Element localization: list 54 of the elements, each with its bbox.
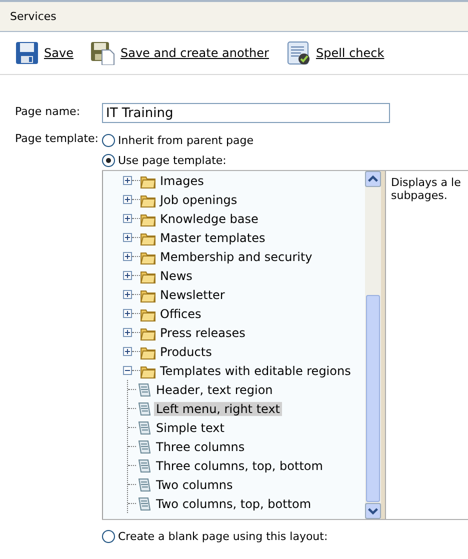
document-icon xyxy=(136,438,152,454)
expander-icon[interactable] xyxy=(123,271,132,280)
tree-item[interactable]: Knowledge base xyxy=(158,212,260,226)
document-check-icon xyxy=(286,41,311,65)
tree-item[interactable]: Two columns, top, bottom xyxy=(154,496,314,510)
tree-item[interactable]: Header, text region xyxy=(154,382,275,396)
expander-icon[interactable] xyxy=(123,328,132,337)
description-text: Displays a le xyxy=(391,176,461,189)
scroll-thumb[interactable] xyxy=(366,295,380,502)
tree-item[interactable]: Templates with editable regions xyxy=(158,364,353,378)
tree-item[interactable]: Master templates xyxy=(158,230,268,244)
expander-icon[interactable] xyxy=(123,233,132,242)
toolbar-link[interactable]: Spell check xyxy=(286,41,384,65)
document-icon xyxy=(136,458,152,474)
expander-icon[interactable] xyxy=(123,347,132,356)
floppy-with-document-icon xyxy=(91,41,116,65)
tree-item[interactable]: Left menu, right text xyxy=(154,402,282,416)
document-icon xyxy=(136,400,152,416)
expander-icon[interactable] xyxy=(123,309,132,318)
tree-item[interactable]: Job openings xyxy=(158,192,240,206)
field-label: Page template: xyxy=(15,131,100,147)
expander-icon[interactable] xyxy=(123,290,132,299)
page-name-field[interactable]: IT Training xyxy=(102,103,390,123)
tree-item[interactable]: Two columns xyxy=(154,478,235,492)
tree-item[interactable]: Simple text xyxy=(154,420,226,434)
toolbar-link[interactable]: Save xyxy=(15,41,74,65)
tree-item[interactable]: Press releases xyxy=(158,326,248,340)
tree-item[interactable]: News xyxy=(158,268,194,282)
tree-item[interactable]: Membership and security xyxy=(158,250,314,264)
radio-option[interactable]: Use page template: xyxy=(102,150,468,170)
tree-item[interactable]: Three columns xyxy=(154,440,247,454)
expander-icon[interactable] xyxy=(123,252,132,261)
field-label: Page name: xyxy=(15,104,82,120)
radio-option[interactable]: Create a blank page using this layout: xyxy=(102,526,468,546)
document-icon xyxy=(136,476,152,492)
document-icon xyxy=(136,382,152,398)
expander-icon[interactable] xyxy=(123,366,132,375)
toolbar-link[interactable]: Save and create another xyxy=(91,41,269,65)
radio-option[interactable]: Inherit from parent page xyxy=(102,130,468,150)
scroll-up-icon[interactable] xyxy=(365,171,381,187)
scrollbar[interactable] xyxy=(365,171,381,519)
description-text: subpages. xyxy=(391,189,448,202)
tree-item[interactable]: Images xyxy=(158,174,206,188)
expander-icon[interactable] xyxy=(123,214,132,223)
tree-item[interactable]: Offices xyxy=(158,306,204,320)
tree-item[interactable]: Newsletter xyxy=(158,288,227,302)
tree-item[interactable]: Products xyxy=(158,344,214,358)
scroll-down-icon[interactable] xyxy=(365,503,381,519)
expander-icon[interactable] xyxy=(123,176,132,185)
document-icon xyxy=(136,496,152,512)
expander-icon[interactable] xyxy=(123,195,132,204)
document-icon xyxy=(136,420,152,436)
header-title: Services xyxy=(10,10,56,23)
tree-item[interactable]: Three columns, top, bottom xyxy=(154,458,325,472)
